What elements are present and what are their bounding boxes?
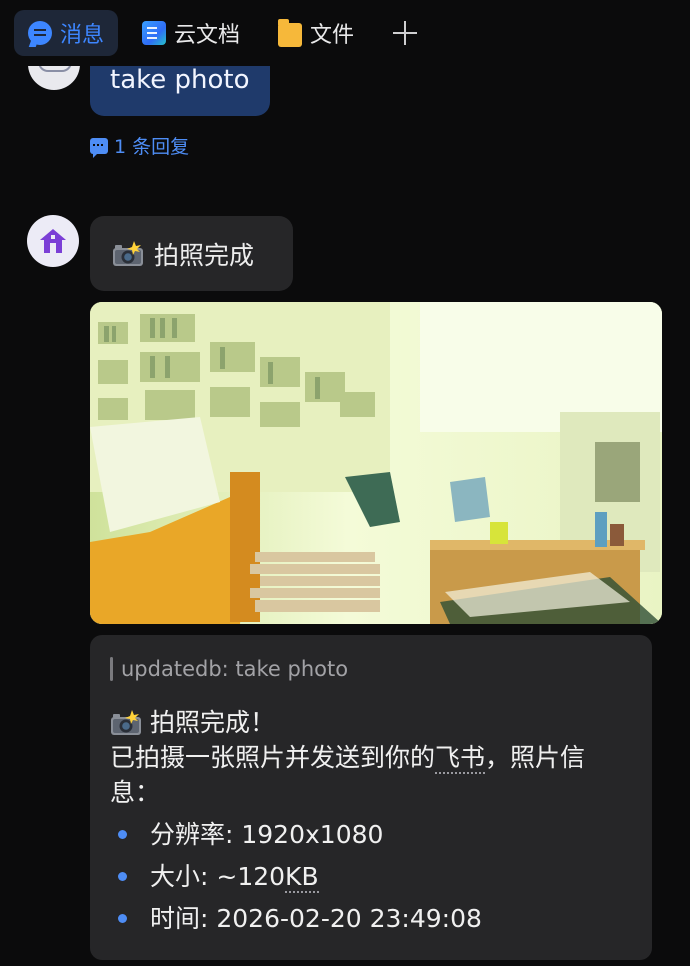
list-item-size: 大小: ~120KB: [110, 856, 630, 898]
card-description: 已拍摄一张照片并发送到你的飞书，照片信息：: [110, 740, 630, 810]
chat-icon: [28, 21, 52, 45]
resolution-label: 分辨率:: [150, 820, 242, 849]
time-value: 2026-02-20 23:49:08: [216, 904, 482, 933]
quote-text: updatedb: take photo: [121, 657, 349, 681]
top-tab-bar: 消息 云文档 文件: [0, 0, 690, 66]
quote-bar: [110, 657, 113, 681]
reply-thread-link[interactable]: 1 条回复: [90, 132, 189, 159]
tab-messages[interactable]: 消息: [14, 10, 119, 56]
resolution-value: 1920x1080: [241, 820, 384, 849]
tab-files-label: 文件: [310, 23, 355, 48]
add-tab-button[interactable]: [390, 18, 420, 48]
camera-flash-icon: [112, 240, 144, 267]
tab-cloud-docs-label: 云文档: [174, 23, 241, 48]
time-label: 时间:: [150, 904, 217, 933]
desc-pre: 已拍摄一张照片并发送到你的: [110, 743, 436, 772]
camera-flash-icon: [110, 709, 142, 736]
size-unit[interactable]: KB: [285, 862, 319, 893]
bot-avatar[interactable]: [27, 215, 79, 267]
user-message-text: take photo: [110, 65, 250, 95]
size-label: 大小:: [150, 862, 217, 891]
photo-info-list: 分辨率: 1920x1080 大小: ~120KB 时间: 2026-02-20…: [110, 814, 630, 940]
list-item-resolution: 分辨率: 1920x1080: [110, 814, 630, 856]
doc-icon: [142, 21, 167, 45]
card-body: 拍照完成！ 已拍摄一张照片并发送到你的飞书，照片信息： 分辨率: 1920x10…: [110, 705, 630, 940]
bot-message-text: 拍照完成: [154, 240, 255, 270]
bot-reply-card[interactable]: updatedb: take photo 拍照完成！ 已拍摄一张照片并发送到你的…: [90, 635, 652, 960]
chat-screen: 消息 云文档 文件 take photo 1 条回复 拍照完成 updatedb…: [0, 0, 690, 966]
photo-attachment[interactable]: [90, 302, 662, 624]
list-item-time: 时间: 2026-02-20 23:49:08: [110, 898, 630, 940]
bot-message-bubble[interactable]: 拍照完成: [90, 216, 293, 291]
tab-cloud-docs[interactable]: 云文档: [128, 10, 254, 56]
quoted-message[interactable]: updatedb: take photo: [110, 657, 630, 681]
living-room-photo: [90, 302, 662, 624]
feishu-term[interactable]: 飞书: [435, 743, 486, 774]
tab-messages-label: 消息: [60, 23, 105, 48]
house-icon: [40, 229, 66, 253]
card-title-text: 拍照完成！: [150, 708, 276, 737]
folder-icon: [278, 18, 303, 47]
reply-icon: [90, 137, 108, 158]
tab-files[interactable]: 文件: [264, 10, 368, 56]
size-value: ~120: [216, 862, 286, 891]
card-title: 拍照完成！: [110, 705, 630, 740]
reply-count-text: 1 条回复: [114, 136, 190, 158]
